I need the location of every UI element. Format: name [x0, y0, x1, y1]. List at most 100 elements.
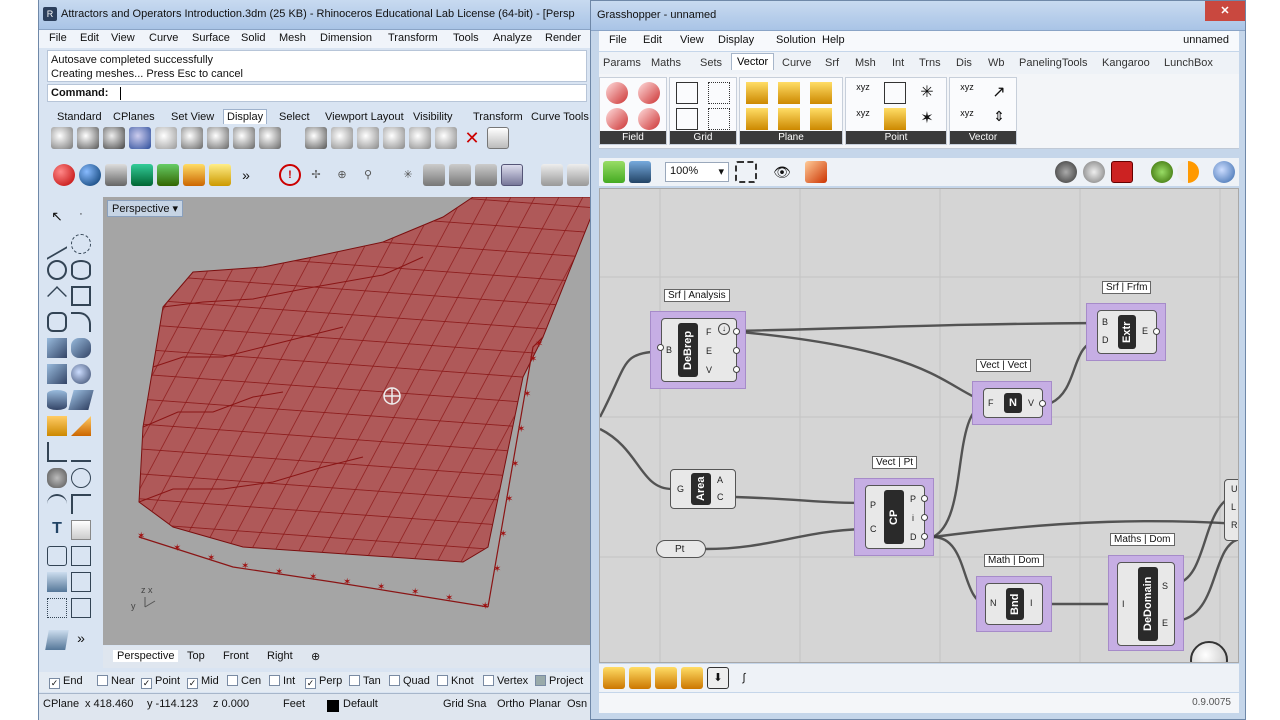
- osnap-end[interactable]: ✓ End: [49, 675, 83, 689]
- osnap-quad-checkbox[interactable]: [389, 675, 400, 686]
- rectangle-icon[interactable]: [71, 286, 91, 306]
- gh-tab-maths[interactable]: Maths: [651, 57, 681, 69]
- wireframe-icon[interactable]: [51, 127, 73, 149]
- status-grid-snap[interactable]: Grid Sna: [443, 698, 486, 710]
- save-file-icon[interactable]: [629, 161, 651, 183]
- gh-menu-view[interactable]: View: [680, 34, 704, 46]
- rhino-menu-mesh[interactable]: Mesh: [279, 32, 306, 44]
- lasso-icon[interactable]: [71, 468, 91, 488]
- extrude-icon[interactable]: [157, 164, 179, 186]
- offscreen-component[interactable]: U L R: [1224, 479, 1238, 541]
- field-line-icon[interactable]: [606, 108, 628, 130]
- open-file-icon[interactable]: [603, 161, 625, 183]
- cylinder-icon[interactable]: [47, 390, 67, 410]
- gh-tab-sets[interactable]: Sets: [700, 57, 722, 69]
- pointer-icon[interactable]: [567, 164, 589, 186]
- osnap-project-checkbox[interactable]: [535, 675, 546, 686]
- bookmark-icon[interactable]: [655, 667, 677, 689]
- analyze-icon[interactable]: [45, 630, 69, 650]
- download-icon[interactable]: ⬇: [707, 667, 729, 689]
- array-icon[interactable]: [47, 598, 67, 618]
- delete-icon[interactable]: ✕: [461, 127, 483, 149]
- bake-icon[interactable]: [1151, 161, 1173, 183]
- viewport-tab-front[interactable]: Front: [223, 650, 249, 662]
- deconstruct-point-icon[interactable]: xyz: [852, 108, 874, 130]
- status-osnap[interactable]: Osn: [567, 698, 587, 710]
- hatch-icon[interactable]: [71, 520, 91, 540]
- osnap-mid-checkbox[interactable]: ✓: [187, 678, 198, 689]
- tab-transform[interactable]: Transform: [473, 111, 523, 123]
- gh-tab-lunchbox[interactable]: LunchBox: [1164, 57, 1213, 69]
- deconstruct-vector-icon[interactable]: xyz: [956, 108, 978, 130]
- globe-icon[interactable]: ⊕: [331, 164, 353, 186]
- chamfer-icon[interactable]: [71, 494, 91, 514]
- cull-points-icon[interactable]: ✳: [916, 82, 938, 104]
- rhino-menu-curve[interactable]: Curve: [149, 32, 178, 44]
- rhino-menu-dimension[interactable]: Dimension: [320, 32, 372, 44]
- solid-box-icon[interactable]: [47, 364, 67, 384]
- add-viewport-icon[interactable]: ⊕: [311, 650, 320, 663]
- monitor-icon[interactable]: [487, 127, 509, 149]
- text-icon[interactable]: T: [47, 520, 67, 540]
- circle-icon[interactable]: [47, 260, 67, 280]
- rhino-menu-solid[interactable]: Solid: [241, 32, 265, 44]
- cplane-icon[interactable]: [47, 572, 67, 592]
- book-icon[interactable]: [681, 667, 703, 689]
- distribute-icon[interactable]: [71, 598, 91, 618]
- block-icon[interactable]: [47, 546, 67, 566]
- polygon-icon[interactable]: [47, 312, 67, 332]
- cube-front-icon[interactable]: [475, 164, 497, 186]
- blue-sphere-icon[interactable]: [79, 164, 101, 186]
- gh-tab-vector[interactable]: Vector: [731, 53, 775, 70]
- preview-shaded-icon[interactable]: [1083, 161, 1105, 183]
- ellipse-icon[interactable]: [71, 260, 91, 280]
- loft-icon[interactable]: [71, 338, 91, 358]
- vector-xyz-icon[interactable]: xyz: [956, 82, 978, 104]
- pen-icon[interactable]: [233, 127, 255, 149]
- random-grid-icon[interactable]: [708, 108, 730, 130]
- flatten-icon[interactable]: ↓: [718, 323, 730, 335]
- select-arrow-icon[interactable]: ↖: [47, 208, 67, 228]
- preview-selected-icon[interactable]: [1111, 161, 1133, 183]
- extr-output-grip[interactable]: [1153, 328, 1160, 335]
- vector-length-icon[interactable]: ⇕: [988, 108, 1010, 130]
- sketch-icon[interactable]: [805, 161, 827, 183]
- viewport-menu-arrow-icon[interactable]: ▾: [173, 203, 179, 215]
- tab-curve-tools[interactable]: Curve Tools: [531, 111, 589, 123]
- tab-viewport-layout[interactable]: Viewport Layout: [325, 111, 404, 123]
- cone-icon[interactable]: [183, 164, 205, 186]
- unit-vector-component[interactable]: N F V: [983, 388, 1043, 418]
- fan-icon[interactable]: ✢: [305, 164, 327, 186]
- fillet-icon[interactable]: [47, 494, 67, 514]
- field-charge-icon[interactable]: [606, 82, 628, 104]
- gh-menu-display[interactable]: Display: [718, 34, 754, 46]
- closest-point-component[interactable]: CP P C P i D: [865, 485, 925, 549]
- osnap-perp-checkbox[interactable]: ✓: [305, 678, 316, 689]
- rhino-menu-view[interactable]: View: [111, 32, 135, 44]
- osnap-vertex[interactable]: Vertex: [483, 675, 528, 687]
- debrep-output-grip[interactable]: [733, 366, 740, 373]
- debrep-component[interactable]: DeBrep B F E V ↓: [661, 318, 737, 382]
- side-more-icon[interactable]: »: [71, 630, 91, 650]
- osnap-cen-checkbox[interactable]: [227, 675, 238, 686]
- dimension-icon[interactable]: [47, 442, 67, 462]
- dedomain-group[interactable]: DeDomain I S E: [1108, 555, 1184, 651]
- rhino-menu-file[interactable]: File: [49, 32, 67, 44]
- group-icon[interactable]: [47, 468, 67, 488]
- bounds-group[interactable]: Bnd N I: [976, 576, 1052, 632]
- grid-icon[interactable]: [71, 572, 91, 592]
- rhino-menu-analyze[interactable]: Analyze: [493, 32, 532, 44]
- osnap-perp[interactable]: ✓ Perp: [305, 675, 342, 689]
- gh-titlebar[interactable]: Grasshopper - unnamed ✕: [591, 1, 1245, 31]
- render-mesh-icon[interactable]: [305, 127, 327, 149]
- gh-tab-params[interactable]: Params: [603, 57, 641, 69]
- cube-perspective-icon[interactable]: [501, 164, 523, 186]
- freeform-icon[interactable]: [71, 312, 91, 332]
- line-dimension-icon[interactable]: [71, 442, 91, 462]
- tab-visibility[interactable]: Visibility: [413, 111, 453, 123]
- point-oriented-icon[interactable]: [884, 108, 906, 130]
- area-component[interactable]: Area G A C: [670, 469, 736, 509]
- stop-icon[interactable]: !: [279, 164, 301, 186]
- zoom-extents-icon[interactable]: [735, 161, 757, 183]
- rhino-menu-transform[interactable]: Transform: [388, 32, 438, 44]
